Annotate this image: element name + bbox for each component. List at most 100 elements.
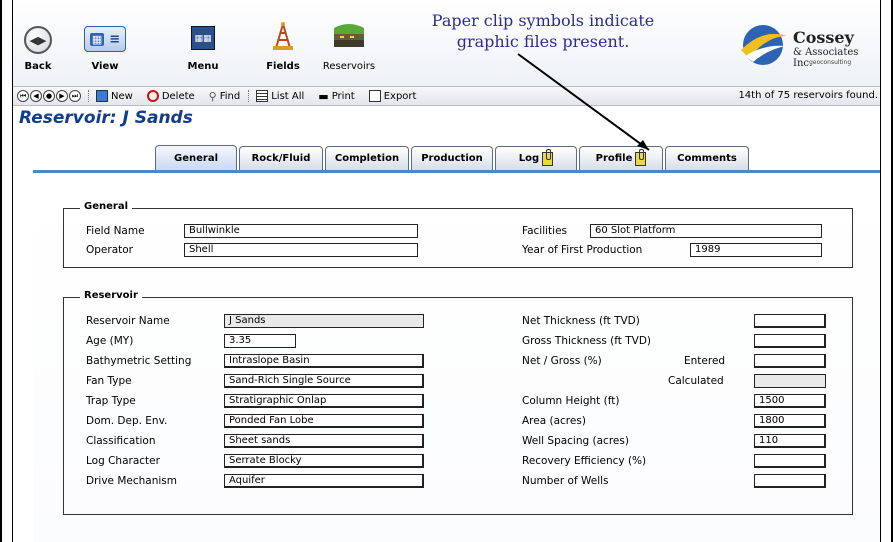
logo-swoosh-icon — [741, 25, 787, 65]
new-button[interactable]: New — [96, 90, 133, 102]
entered-label: Entered — [684, 355, 726, 367]
record-count-status: 14th of 75 reservoirs found. — [738, 90, 878, 101]
fields-button[interactable]: Fields — [261, 22, 305, 72]
menu-button[interactable]: ▦▦ Menu — [183, 26, 223, 72]
drive-mechanism-label: Drive Mechanism — [86, 475, 177, 487]
operator-field[interactable]: Shell — [184, 243, 418, 257]
separator — [248, 90, 250, 102]
next-record-icon[interactable]: ▶ — [56, 90, 68, 102]
field-name-field[interactable]: Bullwinkle — [184, 224, 418, 238]
magnifier-icon: ⚲ — [208, 89, 217, 103]
area-field[interactable]: 1800 — [754, 414, 826, 428]
first-production-year-field[interactable]: 1989 — [690, 243, 822, 257]
number-of-wells-label: Number of Wells — [522, 475, 609, 487]
general-group: General Field Name Bullwinkle Operator S… — [63, 201, 853, 268]
first-production-year-label: Year of First Production — [522, 244, 643, 256]
log-character-label: Log Character — [86, 455, 160, 467]
column-height-field[interactable]: 1500 — [754, 394, 826, 408]
net-gross-label: Net / Gross (%) — [522, 355, 602, 367]
annotation-line-2: graphic files present. — [456, 32, 630, 51]
gross-thickness-field[interactable] — [754, 334, 826, 348]
reservoirs-button[interactable]: Reservoirs — [319, 20, 379, 72]
trap-type-field[interactable]: Stratigraphic Onlap — [224, 394, 424, 408]
well-spacing-field[interactable]: 110 — [754, 434, 826, 448]
number-of-wells-field[interactable] — [754, 474, 826, 488]
export-icon — [368, 90, 381, 102]
classification-field[interactable]: Sheet sands — [224, 434, 424, 448]
back-icon: ◀▶ — [24, 26, 52, 54]
general-tab-panel: General Field Name Bullwinkle Operator S… — [33, 173, 880, 542]
tab-production[interactable]: Production — [411, 146, 493, 170]
tab-log[interactable]: Log — [495, 146, 577, 170]
recovery-efficiency-label: Recovery Efficiency (%) — [522, 455, 647, 467]
log-character-field[interactable]: Serrate Blocky — [224, 454, 424, 468]
list-icon — [256, 90, 269, 102]
logo-name: Cossey — [793, 28, 854, 47]
separator — [88, 90, 89, 102]
record-nav-arrows: ⏮ ◀ ● ▶ ⏭ — [17, 90, 81, 102]
column-height-label: Column Height (ft) — [522, 395, 620, 407]
age-label: Age (MY) — [86, 335, 134, 347]
trap-type-label: Trap Type — [86, 395, 136, 407]
annotation-line-1: Paper clip symbols indicate — [431, 11, 655, 30]
bathymetric-setting-label: Bathymetric Setting — [86, 355, 192, 367]
tab-comments[interactable]: Comments — [665, 146, 749, 170]
annotation-callout: Paper clip symbols indicate graphic file… — [393, 10, 693, 52]
area-label: Area (acres) — [522, 415, 586, 427]
drive-mechanism-field[interactable]: Aquifer — [224, 474, 424, 488]
recovery-efficiency-field[interactable] — [754, 454, 826, 468]
facilities-field[interactable]: 60 Slot Platform — [590, 224, 822, 238]
fan-type-label: Fan Type — [86, 375, 132, 387]
operator-label: Operator — [86, 244, 133, 256]
net-gross-entered-field[interactable] — [754, 354, 826, 368]
reservoir-group-title: Reservoir — [80, 290, 142, 301]
tab-rock-fluid[interactable]: Rock/Fluid — [239, 146, 323, 170]
general-group-title: General — [80, 201, 132, 212]
view-toggle-icon: ▦ ≡ — [84, 26, 126, 52]
field-name-label: Field Name — [86, 225, 145, 237]
last-record-icon[interactable]: ⏭ — [69, 90, 81, 102]
app-window: ◀▶ Back ▦ ≡ View ▦▦ Menu Fields Reservoi… — [12, 0, 881, 542]
export-button[interactable]: Export — [368, 90, 416, 102]
net-thickness-label: Net Thickness (ft TVD) — [522, 315, 640, 327]
tab-completion[interactable]: Completion — [325, 146, 409, 170]
reservoir-name-label: Reservoir Name — [86, 315, 170, 327]
delete-button[interactable]: Delete — [146, 90, 195, 102]
facilities-label: Facilities — [522, 225, 567, 237]
page-title: Reservoir: J Sands — [19, 108, 193, 128]
reservoir-group: Reservoir Reservoir Name J Sands Age (MY… — [63, 290, 853, 515]
main-toolbar: ◀▶ Back ▦ ≡ View ▦▦ Menu Fields Reservoi… — [13, 0, 880, 86]
menu-icon: ▦▦ — [191, 26, 215, 50]
fan-type-field[interactable]: Sand-Rich Single Source — [224, 374, 424, 388]
record-navigation-bar: ⏮ ◀ ● ▶ ⏭ New Delete ⚲ Find List All ▬ P… — [13, 86, 880, 106]
oil-derrick-icon — [273, 22, 293, 50]
tab-general[interactable]: General — [155, 145, 237, 171]
classification-label: Classification — [86, 435, 156, 447]
reservoir-name-field[interactable]: J Sands — [224, 314, 424, 328]
gross-thickness-label: Gross Thickness (ft TVD) — [522, 335, 651, 347]
view-button[interactable]: ▦ ≡ View — [77, 26, 133, 72]
printer-icon: ▬ — [318, 89, 329, 103]
print-button[interactable]: ▬ Print — [318, 90, 354, 103]
tab-profile[interactable]: Profile — [579, 146, 663, 170]
goto-record-icon[interactable]: ● — [43, 90, 55, 102]
net-gross-calculated-field — [754, 374, 826, 388]
bathymetric-setting-field[interactable]: Intraslope Basin — [224, 354, 424, 368]
paper-clip-icon — [542, 148, 554, 166]
paper-clip-icon — [635, 148, 647, 166]
new-record-icon — [96, 90, 108, 102]
well-spacing-label: Well Spacing (acres) — [522, 435, 629, 447]
logo-tagline: geoconsulting — [809, 59, 852, 66]
previous-record-icon[interactable]: ◀ — [30, 90, 42, 102]
net-thickness-field[interactable] — [754, 314, 826, 328]
company-logo: Cossey & Associates Inc. geoconsulting — [737, 22, 877, 69]
age-field[interactable]: 3.35 — [224, 334, 296, 348]
delete-icon — [146, 90, 159, 102]
first-record-icon[interactable]: ⏮ — [17, 90, 29, 102]
dom-dep-env-field[interactable]: Ponded Fan Lobe — [224, 414, 424, 428]
back-button[interactable]: ◀▶ Back — [19, 26, 57, 72]
list-all-button[interactable]: List All — [256, 90, 304, 102]
dom-dep-env-label: Dom. Dep. Env. — [86, 415, 168, 427]
find-button[interactable]: ⚲ Find — [209, 90, 241, 103]
calculated-label: Calculated — [668, 375, 724, 387]
